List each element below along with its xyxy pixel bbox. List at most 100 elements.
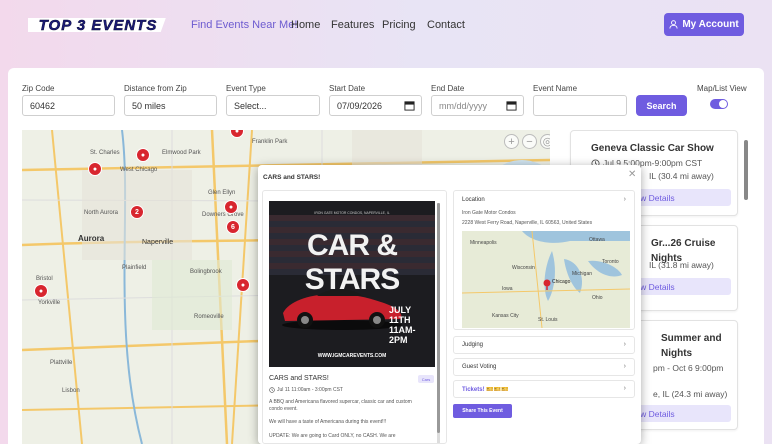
map-place: Bristol xyxy=(36,276,53,282)
calendar-icon[interactable] xyxy=(506,100,517,111)
chevron-right-icon[interactable]: › xyxy=(624,385,626,392)
list-scrollbar[interactable] xyxy=(744,140,748,200)
minimap-place: St. Louis xyxy=(538,317,558,323)
zip-input[interactable]: 60462 xyxy=(22,95,115,116)
event-name-input[interactable] xyxy=(533,95,627,116)
nav-find-events[interactable]: Find Events Near Me! xyxy=(191,19,297,31)
nav-contact[interactable]: Contact xyxy=(427,19,465,31)
map-place: Glen Ellyn xyxy=(208,190,236,196)
minimap-place: Iowa xyxy=(502,286,513,292)
minimap-place: Toronto xyxy=(602,259,619,265)
nav-pricing[interactable]: Pricing xyxy=(382,19,416,31)
zip-label: Zip Code xyxy=(22,84,55,93)
minimap-place: Wisconsin xyxy=(512,265,535,271)
detail-scrollbar[interactable] xyxy=(437,203,440,443)
map-place: Lisbon xyxy=(62,388,80,394)
minimap-place: Kansas City xyxy=(492,313,519,319)
minimap-place: Michigan xyxy=(572,271,593,277)
event-time-text: Jul 11 11:00am - 3:00pm CST xyxy=(277,387,343,393)
zip-value: 60462 xyxy=(30,100,56,111)
map-place: Romeoville xyxy=(194,314,224,320)
svg-text:TOP 3 EVENTS: TOP 3 EVENTS xyxy=(39,17,158,34)
location-heading: Location xyxy=(462,197,485,203)
location-map[interactable]: Minneapolis Wisconsin Ottawa Michigan To… xyxy=(462,231,630,328)
event-modal: CARS and STARS! ✕ IRON GATE MOTOR CONDOS… xyxy=(258,165,641,444)
car-image xyxy=(282,289,402,330)
my-account-button[interactable]: My Account xyxy=(664,13,744,36)
event-time: Jul 11 11:00am - 3:00pm CST xyxy=(269,387,343,393)
chevron-right-icon[interactable]: › xyxy=(624,341,626,348)
map-marker-cluster[interactable]: 2 xyxy=(130,205,144,219)
calendar-icon[interactable] xyxy=(404,100,415,111)
event-sidebar: Location › Iron Gate Motor Condos 2228 W… xyxy=(453,190,637,444)
site-logo[interactable]: TOP 3 EVENTS xyxy=(22,12,170,36)
event-description: We will have a taste of Americana during… xyxy=(269,419,387,425)
start-date-input[interactable]: 07/09/2026 xyxy=(329,95,422,116)
close-icon[interactable]: ✕ xyxy=(628,169,636,180)
distance-input[interactable]: 50 miles xyxy=(124,95,217,116)
share-event-button[interactable]: Share This Event xyxy=(453,404,512,418)
map-place: Downers Grove xyxy=(202,212,244,218)
start-date-value: 07/09/2026 xyxy=(337,100,383,111)
clock-icon xyxy=(269,387,275,393)
event-type-value: Select... xyxy=(234,100,267,111)
my-account-label: My Account xyxy=(682,19,739,30)
event-description: UPDATE: We are going to Card ONLY, no CA… xyxy=(269,433,396,439)
event-card-title: Summer and Nights xyxy=(661,333,722,359)
event-modal-overlay: CARS and STARS! ✕ IRON GATE MOTOR CONDOS… xyxy=(258,162,641,444)
map-place: Franklin Park xyxy=(252,139,288,145)
location-address: 2228 West Ferry Road, Naperville, IL 605… xyxy=(462,220,593,226)
nav-home[interactable]: Home xyxy=(291,19,320,31)
map-place: Aurora xyxy=(78,234,105,243)
end-date-placeholder: mm/dd/yyyy xyxy=(439,100,488,111)
map-place: North Aurora xyxy=(84,210,119,216)
poster-date: JULY 11TH 11AM-2PM xyxy=(389,305,416,345)
event-category-tag: Cars xyxy=(418,375,434,383)
map-place: Naperville xyxy=(142,239,174,246)
map-marker[interactable]: ● xyxy=(88,162,102,176)
locate-button[interactable]: ◎ xyxy=(540,134,550,149)
judging-heading: Judging xyxy=(462,342,484,348)
nav-features[interactable]: Features xyxy=(331,19,374,31)
map-marker[interactable]: ● xyxy=(136,148,150,162)
map-marker[interactable]: ● xyxy=(224,200,238,214)
chevron-right-icon[interactable]: › xyxy=(624,363,626,370)
map-place: St. Charles xyxy=(90,150,120,156)
location-section: Location › Iron Gate Motor Condos 2228 W… xyxy=(453,190,635,330)
event-poster[interactable]: IRON GATE MOTOR CONDOS, NAPERVILLE, IL C… xyxy=(269,201,435,367)
map-marker-cluster[interactable]: 6 xyxy=(226,220,240,234)
event-type-select[interactable]: Select... xyxy=(226,95,320,116)
map-place: Bolingbrook xyxy=(190,269,222,275)
distance-label: Distance from Zip xyxy=(124,84,187,93)
modal-title: CARS and STARS! xyxy=(263,174,321,181)
event-card-location: IL (31.8 mi away) xyxy=(649,260,714,270)
zoom-out-button[interactable]: − xyxy=(522,134,537,149)
map-marker[interactable]: ● xyxy=(34,284,48,298)
minimap-place: Ottawa xyxy=(589,237,605,243)
event-card-title: Geneva Classic Car Show xyxy=(591,143,714,154)
start-date-label: Start Date xyxy=(329,84,366,93)
map-marker[interactable]: ● xyxy=(236,278,250,292)
map-place: Plainfield xyxy=(122,265,147,271)
search-button[interactable]: Search xyxy=(636,95,687,116)
chevron-right-icon[interactable]: › xyxy=(624,196,626,203)
poster-url: WWW.IGMCAREVENTS.COM xyxy=(317,353,387,359)
view-toggle-label: Map/List View xyxy=(697,84,747,93)
user-icon xyxy=(669,20,678,29)
zoom-in-button[interactable]: + xyxy=(504,134,519,149)
event-card-time: pm - Oct 6 9:00pm xyxy=(653,363,724,373)
map-place: West Chicago xyxy=(120,167,158,173)
guest-voting-section[interactable]: Guest Voting › xyxy=(453,358,635,376)
event-description: A BBQ and Americana flavored supercar, c… xyxy=(269,399,412,412)
map-place: Yorkville xyxy=(38,300,61,306)
map-place: Plattville xyxy=(50,360,73,366)
tickets-section[interactable]: Tickets! 🎫🎫🎫 › xyxy=(453,380,635,398)
map-list-toggle[interactable] xyxy=(710,99,728,109)
map-place: Elmwood Park xyxy=(162,150,201,156)
event-card-location: IL (30.4 mi away) xyxy=(649,171,714,181)
tickets-heading: Tickets! 🎫🎫🎫 xyxy=(462,387,509,393)
end-date-label: End Date xyxy=(431,84,465,93)
distance-value: 50 miles xyxy=(132,100,166,111)
judging-section[interactable]: Judging › xyxy=(453,336,635,354)
end-date-input[interactable]: mm/dd/yyyy xyxy=(431,95,524,116)
